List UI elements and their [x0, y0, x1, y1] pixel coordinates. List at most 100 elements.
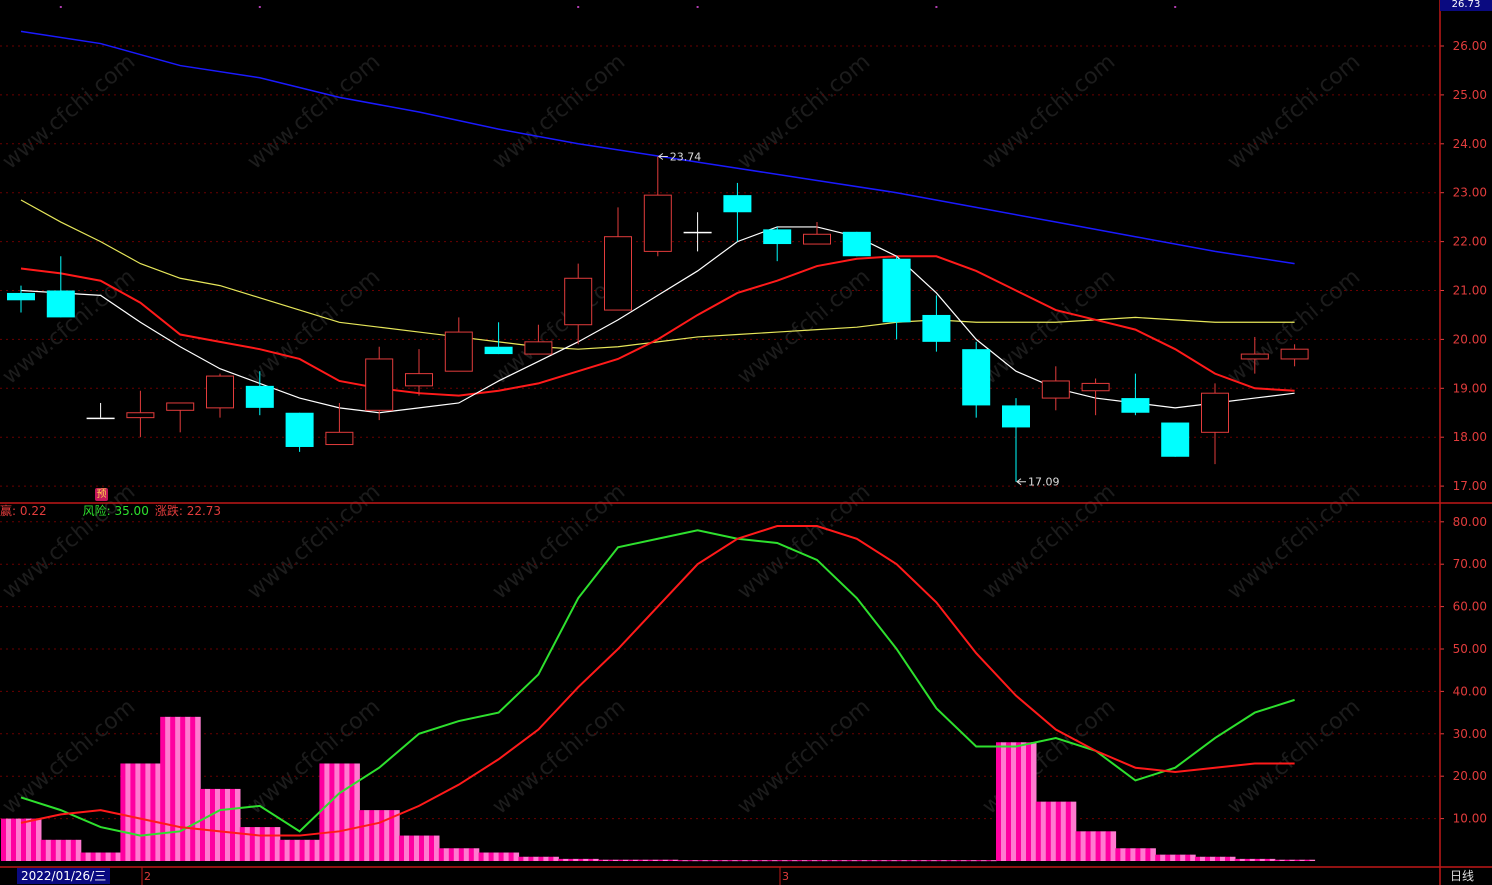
indicator-bar-stripe: [647, 859, 654, 861]
indicator-bar-stripe: [1259, 858, 1266, 861]
indicator-bar-stripe: [359, 810, 365, 861]
indicator-bar-stripe: [1274, 859, 1281, 861]
indicator-bar-stripe: [991, 860, 997, 862]
candle-body-down: [683, 231, 712, 234]
candle-body-up: [1201, 392, 1229, 433]
indicator-bar-stripe: [687, 860, 694, 862]
watermark-layer: www.cfchi.com www.cfchi.com www.cfchi.com w…: [0, 49, 1365, 819]
indicator-bar-stripe: [165, 716, 171, 861]
indicator-bar-stripe: [1220, 856, 1226, 861]
indicator-bar-stripe: [1021, 742, 1027, 861]
indicator-bar-stripe: [1065, 801, 1072, 861]
indicator-bar-stripe: [200, 788, 206, 861]
indicator-bar-stripe: [40, 839, 47, 861]
indicator-bar-stripe: [1115, 848, 1121, 861]
indicator-bar-stripe: [732, 860, 738, 862]
indicator-bar-stripe: [523, 856, 529, 861]
indicator-bar-stripe: [722, 860, 728, 862]
price-annotations: 23.74 17.09: [657, 151, 1060, 489]
indicator-bar-stripe: [593, 858, 599, 861]
indicator-bar-stripe: [832, 860, 838, 862]
indicator-bar-stripe: [926, 860, 932, 862]
indicator-bar-stripe: [1215, 856, 1221, 861]
month-mark-label: 2: [144, 870, 151, 883]
indicator-bar-stripe: [921, 860, 927, 862]
indicator-bar-stripe: [130, 763, 136, 861]
legend-label-2: 风险:: [82, 504, 111, 518]
candle-body-up: [564, 277, 593, 326]
period-dot: [577, 6, 580, 8]
indicator-bar-stripe: [60, 839, 67, 861]
indicator-bar-stripe: [185, 716, 191, 861]
indicator-bar-stripe: [503, 852, 510, 861]
indicator-bar-stripe: [364, 810, 370, 861]
indicator-bar-stripe: [1016, 742, 1022, 861]
indicator-bar-stripe: [747, 860, 753, 862]
indicator-bar-stripe: [573, 858, 579, 861]
indicator-bar-stripe: [558, 858, 564, 861]
indicator-bar-stripe: [1080, 831, 1087, 861]
watermark-text: www.cfchi.com: [243, 479, 385, 604]
indicator-tick-label: 70.00: [1453, 557, 1487, 571]
indicator-tick-label: 20.00: [1453, 769, 1487, 783]
indicator-bar-stripe: [225, 788, 231, 861]
forecast-badge[interactable]: 预: [95, 488, 108, 501]
indicator-bar-stripe: [299, 839, 306, 861]
indicator-bar-stripe: [1060, 801, 1067, 861]
indicator-bar-stripe: [677, 860, 684, 862]
indicator-bar-stripe: [314, 839, 321, 861]
indicator-bar-stripe: [518, 856, 524, 861]
indicator-bar-stripe: [891, 860, 898, 862]
indicator-bar-stripe: [329, 763, 335, 861]
indicator-bar-stripe: [239, 827, 246, 861]
indicator-bar: [1155, 854, 1196, 861]
indicator-bar: [319, 763, 360, 861]
indicator-bar-stripe: [822, 860, 828, 862]
indicator-bar-stripe: [802, 860, 808, 862]
indicator-bar-stripe: [1170, 854, 1176, 861]
legend-item-2: 风险: 35.00: [83, 504, 149, 518]
indicator-bar-stripe: [1269, 858, 1276, 861]
indicator-bar: [279, 839, 321, 861]
candle-body-down: [763, 229, 792, 245]
indicator-bar-stripe: [1150, 848, 1156, 861]
period-label[interactable]: 日线: [1450, 868, 1474, 884]
indicator-bar-stripe: [1011, 742, 1017, 861]
indicator-tick-label: 60.00: [1453, 600, 1487, 614]
indicator-bar-stripe: [1105, 831, 1112, 861]
indicator-bar-stripe: [259, 827, 266, 861]
indicator-bar: [518, 856, 559, 861]
indicator-bar-stripe: [1205, 856, 1211, 861]
indicator-bar-stripe: [369, 810, 375, 861]
indicator-bar-stripe: [762, 860, 768, 862]
price-tick-label: 24.00: [1453, 137, 1487, 151]
indicator-bar-stripe: [424, 835, 430, 861]
indicator-bar-stripe: [727, 860, 733, 862]
indicator-bar-stripe: [1055, 801, 1062, 861]
indicator-bar-stripe: [777, 860, 783, 862]
indicator-bar-stripe: [95, 852, 102, 861]
indicator-bar-stripe: [911, 860, 918, 862]
indicator-bar: [1195, 856, 1236, 861]
indicator-bar-stripe: [339, 763, 345, 861]
watermark-text: www.cfchi.com: [733, 694, 875, 819]
watermark-text: www.cfchi.com: [1223, 49, 1365, 174]
indicator-bar: [757, 860, 798, 862]
indicator-bar-stripe: [443, 848, 450, 861]
indicator-bar-stripe: [682, 860, 689, 862]
candle-body-up: [1280, 348, 1309, 360]
watermark-text: www.cfchi.com: [0, 479, 140, 604]
period-dot: [258, 6, 261, 8]
price-tick-label: 23.00: [1453, 186, 1487, 200]
indicator-bar-stripe: [220, 788, 226, 861]
indicator-bar-stripe: [767, 860, 773, 862]
indicator-bar-stripe: [737, 860, 743, 862]
indicator-bar-stripe: [6, 818, 12, 861]
annotation-arrow: [657, 153, 668, 160]
candle-body-up: [166, 402, 195, 411]
indicator-bar-stripe: [827, 860, 833, 862]
indicator-tick-label: 30.00: [1453, 727, 1487, 741]
indicator-bar-stripe: [667, 859, 674, 861]
indicator-bar-stripe: [812, 860, 818, 862]
indicator-bar-stripe: [453, 848, 460, 861]
